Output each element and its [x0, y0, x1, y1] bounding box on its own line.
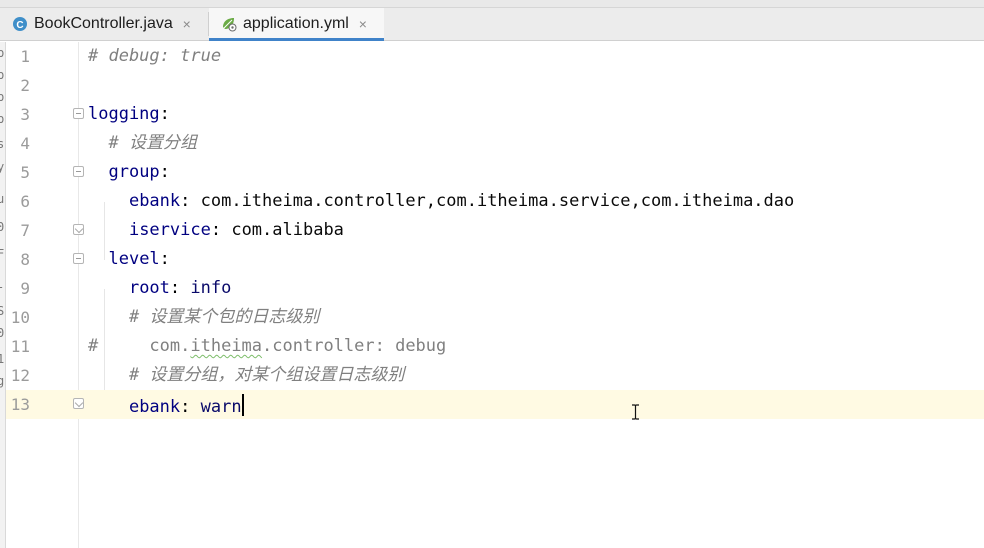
code-line[interactable]: 10 # 设置某个包的日志级别 — [6, 303, 984, 332]
panel-fragment: b — [0, 46, 4, 60]
panel-fragment: g — [0, 374, 4, 388]
tab-label: application.yml — [243, 15, 349, 32]
line-number: 12 — [10, 366, 30, 385]
code-comment: # 设置分组 — [108, 133, 197, 153]
current-code-line[interactable]: 13 ebank: warn — [6, 390, 984, 419]
java-class-icon: C — [13, 17, 27, 31]
yaml-separator: : — [180, 191, 201, 211]
fold-toggle-icon[interactable] — [73, 108, 84, 119]
code-comment: # debug: true — [88, 46, 222, 66]
line-number: 3 — [20, 105, 30, 124]
window-top-strip — [0, 0, 984, 8]
yaml-key: group — [108, 162, 160, 182]
panel-fragment: S — [0, 304, 4, 318]
text-cursor-icon — [632, 404, 639, 420]
panel-fragment: u — [0, 192, 4, 206]
panel-fragment: F — [0, 247, 4, 261]
code-editor[interactable]: 1 # debug: true 2 3 logging: 4 # 设置分组 5 … — [6, 42, 984, 548]
yaml-value: warn — [200, 397, 242, 417]
yaml-separator: : — [210, 220, 232, 240]
panel-fragment: - — [0, 280, 4, 294]
yaml-value: com.alibaba — [231, 220, 344, 240]
line-number: 6 — [20, 192, 30, 211]
code-line[interactable]: 6 ebank: com.itheima.controller,com.ithe… — [6, 187, 984, 216]
yaml-key: logging — [88, 104, 160, 124]
code-line[interactable]: 1 # debug: true — [6, 42, 984, 71]
line-number: 4 — [20, 134, 30, 153]
fold-toggle-icon[interactable] — [73, 166, 84, 177]
yaml-value: info — [190, 278, 232, 298]
yaml-value: com.itheima.controller,com.itheima.servi… — [200, 191, 795, 211]
line-number: 5 — [20, 163, 30, 182]
line-number: 13 — [10, 395, 30, 414]
ide-window: C BookController.java × application.yml … — [0, 0, 984, 548]
panel-fragment: b — [0, 68, 4, 82]
close-icon[interactable]: × — [181, 16, 193, 32]
fold-end-icon[interactable] — [73, 398, 84, 409]
yaml-separator: : — [159, 104, 170, 124]
panel-fragment: b — [0, 90, 4, 104]
comment-hash: # — [88, 336, 99, 356]
code-line[interactable]: 9 root: info — [6, 274, 984, 303]
commented-code: com. — [98, 336, 191, 356]
panel-fragment: 0 — [0, 326, 4, 340]
text-caret — [241, 394, 244, 416]
code-line[interactable]: 2 — [6, 71, 984, 100]
panel-fragment: 0 — [0, 220, 4, 234]
code-line[interactable]: 4 # 设置分组 — [6, 129, 984, 158]
yaml-key: level — [108, 249, 160, 269]
editor-tab-bar: C BookController.java × application.yml … — [0, 8, 984, 41]
code-line[interactable]: 5 group: — [6, 158, 984, 187]
panel-fragment: 1 — [0, 352, 4, 366]
yaml-separator: : — [169, 278, 191, 298]
tab-application-yml[interactable]: application.yml × — [209, 8, 384, 41]
yaml-separator: : — [159, 249, 170, 269]
code-line[interactable]: 7 iservice: com.alibaba — [6, 216, 984, 245]
line-number: 9 — [20, 279, 30, 298]
line-number: 2 — [20, 76, 30, 95]
line-number: 11 — [10, 337, 30, 356]
tab-book-controller[interactable]: C BookController.java × — [0, 8, 208, 40]
code-line[interactable]: 3 logging: — [6, 100, 984, 129]
fold-toggle-icon[interactable] — [73, 253, 84, 264]
line-number: 1 — [20, 47, 30, 66]
close-icon[interactable]: × — [357, 16, 369, 32]
yaml-key: ebank — [128, 191, 181, 211]
yaml-separator: : — [159, 162, 170, 182]
commented-code: .controller: debug — [262, 336, 447, 356]
spring-yaml-icon — [223, 18, 237, 32]
tab-label: BookController.java — [34, 15, 173, 32]
panel-fragment: y — [0, 160, 4, 174]
yaml-separator: : — [180, 397, 201, 417]
code-comment: # 设置分组，对某个组设置日志级别 — [128, 365, 405, 385]
code-line[interactable]: 8 level: — [6, 245, 984, 274]
yaml-key: iservice — [128, 220, 211, 240]
yaml-key: ebank — [128, 397, 181, 417]
line-number: 8 — [20, 250, 30, 269]
yaml-key: root — [128, 278, 170, 298]
code-line[interactable]: 11 # com.itheima.controller: debug — [6, 332, 984, 361]
fold-end-icon[interactable] — [73, 224, 84, 235]
line-number: 10 — [10, 308, 30, 327]
code-line[interactable]: 12 # 设置分组，对某个组设置日志级别 — [6, 361, 984, 390]
panel-fragment: b — [0, 112, 4, 126]
panel-fragment: s — [0, 137, 4, 151]
code-comment: # 设置某个包的日志级别 — [128, 307, 320, 327]
line-number: 7 — [20, 221, 30, 240]
spellcheck-word: itheima — [190, 336, 263, 356]
svg-text:C: C — [16, 20, 23, 31]
